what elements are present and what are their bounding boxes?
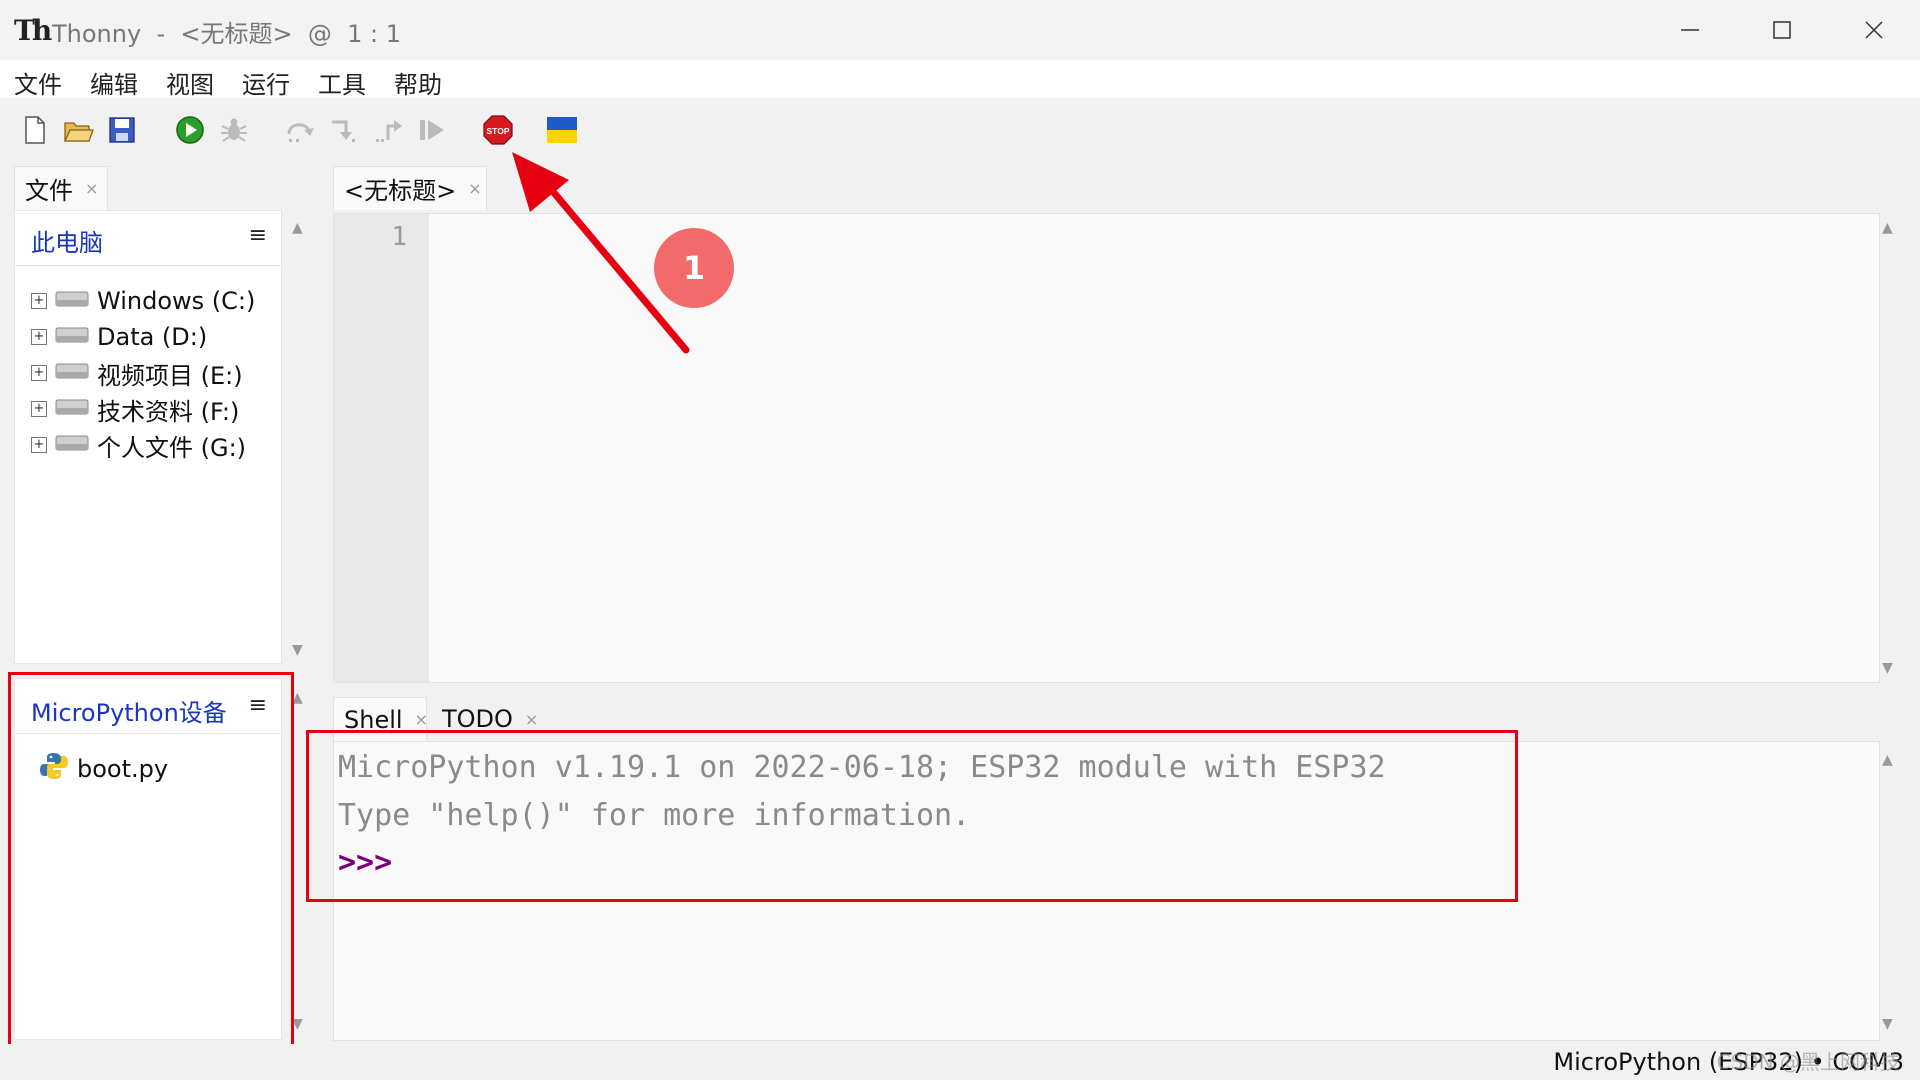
close-button[interactable]: [1844, 8, 1904, 52]
files-panel-divider: [15, 265, 281, 266]
tab-untitled-close-icon[interactable]: ×: [468, 179, 481, 198]
drive-f-label: 技术资料 (F:): [97, 397, 240, 426]
tab-files-close-icon[interactable]: ×: [85, 179, 98, 198]
hard-drive-icon: [55, 323, 89, 351]
menu-view[interactable]: 视图: [166, 65, 214, 100]
tab-files-label: 文件: [25, 177, 73, 205]
step-into-button[interactable]: [326, 112, 362, 148]
expand-icon[interactable]: +: [31, 365, 47, 381]
hard-drive-icon: [55, 431, 89, 459]
expand-icon[interactable]: +: [31, 293, 47, 309]
files-scroll-up-icon[interactable]: ▲: [292, 220, 303, 236]
drive-c-label: Windows (C:): [97, 287, 256, 315]
files-panel: 此电脑 ≡ + Windows (C:) + Data (D:) + 视频项目 …: [14, 210, 282, 664]
drive-e[interactable]: + 视频项目 (E:): [15, 355, 243, 391]
step-into-icon: [332, 120, 355, 142]
this-pc-title: 此电脑: [31, 229, 103, 257]
menu-help[interactable]: 帮助: [394, 65, 442, 100]
save-icon: [109, 117, 135, 143]
drive-d-label: Data (D:): [97, 323, 208, 351]
toolbar: STOP: [0, 98, 1920, 166]
step-over-button[interactable]: [282, 112, 318, 148]
tab-todo-close-icon[interactable]: ×: [525, 710, 538, 729]
drive-f[interactable]: + 技术资料 (F:): [15, 391, 239, 427]
title-bar: Th Thonny - <无标题> @ 1 : 1: [0, 0, 1920, 60]
highlight-device-panel: [8, 672, 294, 1062]
step-out-button[interactable]: [370, 112, 406, 148]
maximize-button[interactable]: [1752, 8, 1812, 52]
new-file-icon: [25, 116, 45, 144]
drive-g[interactable]: + 个人文件 (G:): [15, 427, 246, 463]
hard-drive-icon: [55, 359, 89, 387]
step-badge: 1: [654, 228, 734, 308]
thonny-logo: Th: [14, 14, 52, 47]
code-editor[interactable]: 1: [333, 213, 1880, 683]
highlight-shell-output: [306, 730, 1518, 902]
menu-file[interactable]: 文件: [14, 65, 62, 100]
files-panel-menu-icon[interactable]: ≡: [249, 223, 267, 248]
window-title: Thonny - <无标题> @ 1 : 1: [52, 20, 401, 48]
drive-c[interactable]: + Windows (C:): [15, 283, 255, 319]
drive-g-label: 个人文件 (G:): [97, 433, 247, 462]
editor-scroll-down-icon[interactable]: ▼: [1882, 660, 1893, 676]
support-ukraine-button[interactable]: [544, 112, 580, 148]
stop-icon: STOP: [483, 115, 513, 145]
run-button[interactable]: [172, 112, 208, 148]
ukraine-flag-icon: [547, 117, 577, 143]
hard-drive-icon: [55, 395, 89, 423]
minimize-button[interactable]: [1660, 8, 1720, 52]
new-file-button[interactable]: [16, 112, 52, 148]
resume-icon: [420, 120, 444, 140]
menu-run[interactable]: 运行: [242, 65, 290, 100]
stop-button[interactable]: STOP: [480, 112, 516, 148]
line-number: 1: [391, 222, 407, 252]
tab-untitled-label: <无标题>: [344, 177, 457, 205]
tab-shell-close-icon[interactable]: ×: [415, 710, 428, 729]
step-out-icon: [376, 120, 402, 142]
expand-icon[interactable]: +: [31, 401, 47, 417]
tab-untitled[interactable]: <无标题> ×: [333, 166, 487, 210]
watermark: CSDN @黑上网科技: [1716, 1050, 1900, 1074]
step-over-icon: [287, 123, 314, 142]
status-bar: MicroPython (ESP32) • COM3: [0, 1044, 1920, 1080]
tab-todo-label: TODO: [442, 705, 513, 733]
files-scroll-down-icon[interactable]: ▼: [292, 642, 303, 658]
resume-button[interactable]: [414, 112, 450, 148]
menu-edit[interactable]: 编辑: [90, 65, 138, 100]
menu-tools[interactable]: 工具: [318, 65, 366, 100]
editor-scroll-up-icon[interactable]: ▲: [1882, 220, 1893, 236]
menu-bar: 文件 编辑 视图 运行 工具 帮助: [0, 60, 1920, 100]
run-icon: [176, 116, 204, 144]
drive-e-label: 视频项目 (E:): [97, 361, 243, 390]
hard-drive-icon: [55, 287, 89, 315]
tab-files[interactable]: 文件 ×: [14, 166, 108, 210]
save-button[interactable]: [104, 112, 140, 148]
shell-scroll-up-icon[interactable]: ▲: [1882, 752, 1893, 768]
close-icon: [1865, 21, 1883, 39]
debug-button[interactable]: [216, 112, 252, 148]
open-folder-icon: [63, 122, 94, 142]
expand-icon[interactable]: +: [31, 329, 47, 345]
stop-label: STOP: [487, 126, 510, 136]
open-file-button[interactable]: [60, 112, 96, 148]
drive-d[interactable]: + Data (D:): [15, 319, 207, 355]
minimize-icon: [1681, 29, 1699, 31]
debug-icon: [221, 118, 247, 142]
shell-scroll-down-icon[interactable]: ▼: [1882, 1016, 1893, 1032]
maximize-icon: [1773, 21, 1791, 39]
expand-icon[interactable]: +: [31, 437, 47, 453]
line-number-gutter: 1: [334, 214, 429, 682]
